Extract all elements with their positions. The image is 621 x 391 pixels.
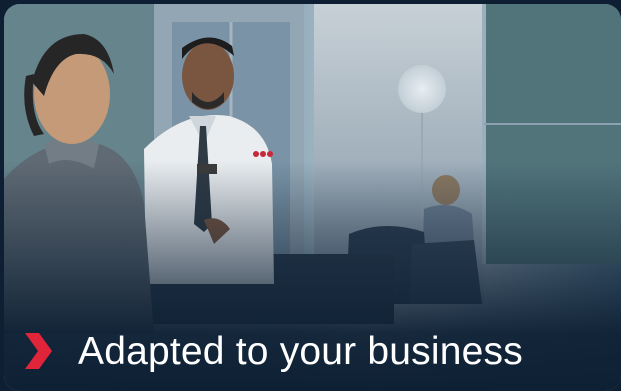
card-title: Adapted to your business	[78, 329, 523, 373]
card-caption: Adapted to your business	[22, 329, 523, 373]
feature-card[interactable]: Adapted to your business	[4, 4, 621, 391]
chevron-right-icon	[25, 333, 52, 369]
